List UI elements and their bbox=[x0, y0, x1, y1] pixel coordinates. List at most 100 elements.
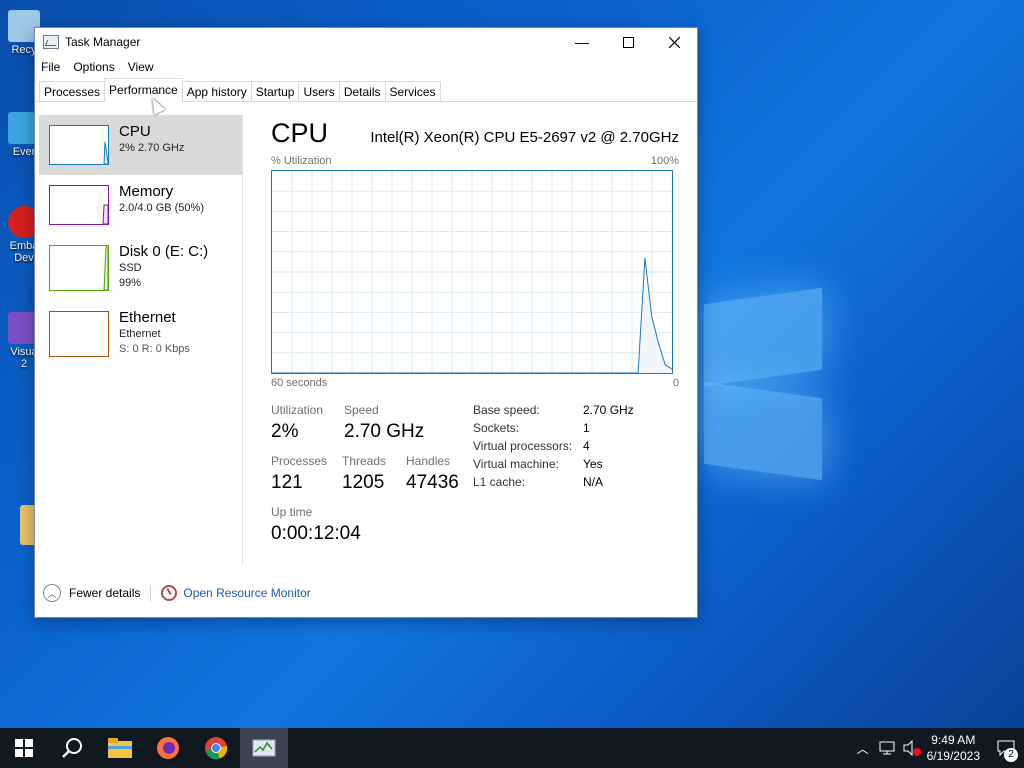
spec-label: Virtual machine: bbox=[473, 457, 559, 471]
speed-label: Speed bbox=[344, 403, 379, 417]
windows-start-icon bbox=[15, 739, 33, 757]
folder-icon bbox=[108, 738, 132, 758]
chevron-up-icon[interactable]: ︿ bbox=[857, 740, 869, 757]
spec-label: L1 cache: bbox=[473, 475, 526, 489]
chevron-up-icon[interactable]: ︿ bbox=[43, 584, 61, 602]
footer-divider bbox=[150, 585, 152, 601]
resource-subtitle: SSD bbox=[119, 262, 142, 274]
spec-label: Base speed: bbox=[473, 403, 540, 417]
menu-bar: File Options View bbox=[35, 56, 697, 78]
tab-users[interactable]: Users bbox=[298, 81, 340, 101]
firefox-icon bbox=[157, 737, 179, 759]
spec-value: 1 bbox=[583, 421, 590, 435]
memory-thumbnail-graph bbox=[49, 185, 109, 225]
ethernet-thumbnail-graph bbox=[49, 311, 109, 357]
processes-value: 121 bbox=[271, 472, 303, 493]
chrome-button[interactable] bbox=[192, 728, 240, 768]
task-manager-window: Task Manager — File Options View Process… bbox=[34, 27, 698, 618]
cpu-details-panel: CPU Intel(R) Xeon(R) CPU E5-2697 v2 @ 2.… bbox=[271, 118, 679, 563]
tab-bar: Processes Performance App history Startu… bbox=[35, 78, 697, 102]
resource-title: CPU bbox=[119, 123, 151, 140]
title-bar[interactable]: Task Manager — bbox=[35, 28, 697, 56]
window-title: Task Manager bbox=[65, 35, 141, 49]
menu-options[interactable]: Options bbox=[73, 60, 114, 74]
resource-title: Disk 0 (E: C:) bbox=[119, 243, 209, 260]
cpu-utilization-graph bbox=[271, 170, 673, 374]
taskbar: ︿ 9:49 AM 6/19/2023 2 bbox=[0, 728, 1024, 768]
task-manager-icon bbox=[43, 35, 59, 49]
resource-item-ethernet[interactable]: Ethernet Ethernet S: 0 R: 0 Kbps bbox=[39, 301, 242, 367]
resource-subtitle: S: 0 R: 0 Kbps bbox=[119, 343, 190, 355]
maximize-button[interactable] bbox=[605, 28, 651, 56]
search-icon bbox=[62, 738, 82, 758]
tab-app-history[interactable]: App history bbox=[181, 81, 252, 101]
tab-services[interactable]: Services bbox=[384, 81, 441, 101]
graph-y-label: % Utilization bbox=[271, 155, 332, 167]
spec-value: Yes bbox=[583, 457, 603, 471]
menu-view[interactable]: View bbox=[128, 60, 154, 74]
action-center-button[interactable]: 2 bbox=[988, 728, 1024, 768]
task-manager-icon bbox=[252, 739, 276, 757]
notification-count-badge: 2 bbox=[1004, 748, 1018, 762]
menu-file[interactable]: File bbox=[41, 60, 60, 74]
clock-time: 9:49 AM bbox=[931, 733, 976, 747]
window-footer: ︿ Fewer details Open Resource Monitor bbox=[43, 584, 311, 602]
resource-item-disk[interactable]: Disk 0 (E: C:) SSD 99% bbox=[39, 235, 242, 301]
file-explorer-button[interactable] bbox=[96, 728, 144, 768]
maximize-icon bbox=[622, 36, 634, 48]
fewer-details-button[interactable]: Fewer details bbox=[69, 586, 140, 600]
resource-list: CPU 2% 2.70 GHz Memory 2.0/4.0 GB (50%) bbox=[39, 115, 243, 565]
resource-item-cpu[interactable]: CPU 2% 2.70 GHz bbox=[39, 115, 242, 175]
tab-performance[interactable]: Performance bbox=[104, 78, 183, 102]
minimize-button[interactable]: — bbox=[559, 28, 605, 56]
windows-logo-wallpaper bbox=[690, 287, 825, 481]
utilization-label: Utilization bbox=[271, 403, 324, 417]
resource-subtitle: 99% bbox=[119, 277, 142, 289]
system-tray: ︿ 9:49 AM 6/19/2023 2 bbox=[857, 728, 1024, 768]
tab-startup[interactable]: Startup bbox=[250, 81, 300, 101]
cpu-model-name: Intel(R) Xeon(R) CPU E5-2697 v2 @ 2.70GH… bbox=[370, 129, 679, 146]
close-button[interactable] bbox=[651, 28, 697, 56]
processes-label: Processes bbox=[271, 454, 328, 468]
spec-label: Sockets: bbox=[473, 421, 520, 435]
resource-subtitle: 2% 2.70 GHz bbox=[119, 142, 185, 154]
tab-details[interactable]: Details bbox=[338, 81, 386, 101]
task-manager-taskbar-button[interactable] bbox=[240, 728, 288, 768]
graph-zero-label: 0 bbox=[672, 377, 679, 389]
spec-value: N/A bbox=[583, 475, 604, 489]
volume-muted-icon[interactable] bbox=[903, 740, 921, 756]
threads-value: 1205 bbox=[342, 472, 385, 493]
spec-value: 2.70 GHz bbox=[583, 403, 634, 417]
speed-value: 2.70 GHz bbox=[344, 421, 425, 442]
utilization-value: 2% bbox=[271, 421, 299, 442]
resource-monitor-icon bbox=[161, 585, 178, 601]
threads-label: Threads bbox=[342, 454, 387, 468]
start-button[interactable] bbox=[0, 728, 48, 768]
cpu-thumbnail-graph bbox=[49, 125, 109, 165]
resource-title: Ethernet bbox=[119, 309, 176, 326]
close-icon bbox=[668, 36, 680, 48]
uptime-value: 0:00:12:04 bbox=[271, 523, 361, 544]
taskbar-clock[interactable]: 9:49 AM 6/19/2023 bbox=[927, 732, 980, 764]
open-resource-monitor-link[interactable]: Open Resource Monitor bbox=[183, 586, 310, 600]
graph-time-label: 60 seconds bbox=[271, 377, 328, 389]
spec-label: Virtual processors: bbox=[473, 439, 573, 453]
uptime-label: Up time bbox=[271, 505, 313, 519]
chrome-icon bbox=[205, 737, 228, 760]
spec-value: 4 bbox=[583, 439, 590, 453]
tab-processes[interactable]: Processes bbox=[39, 81, 106, 101]
resource-subtitle: Ethernet bbox=[119, 328, 161, 340]
resource-title: Memory bbox=[119, 183, 174, 200]
resource-subtitle: 2.0/4.0 GB (50%) bbox=[119, 202, 204, 214]
firefox-button[interactable] bbox=[144, 728, 192, 768]
network-icon[interactable] bbox=[879, 741, 895, 755]
cpu-stats: Utilization 2% Speed 2.70 GHz Processes … bbox=[271, 403, 679, 563]
resource-item-memory[interactable]: Memory 2.0/4.0 GB (50%) bbox=[39, 175, 242, 235]
cpu-panel-title: CPU bbox=[271, 118, 329, 148]
search-button[interactable] bbox=[48, 728, 96, 768]
handles-value: 47436 bbox=[406, 472, 459, 493]
disk-thumbnail-graph bbox=[49, 245, 109, 291]
graph-max-label: 100% bbox=[650, 155, 679, 167]
clock-date: 6/19/2023 bbox=[926, 749, 980, 763]
handles-label: Handles bbox=[406, 454, 451, 468]
